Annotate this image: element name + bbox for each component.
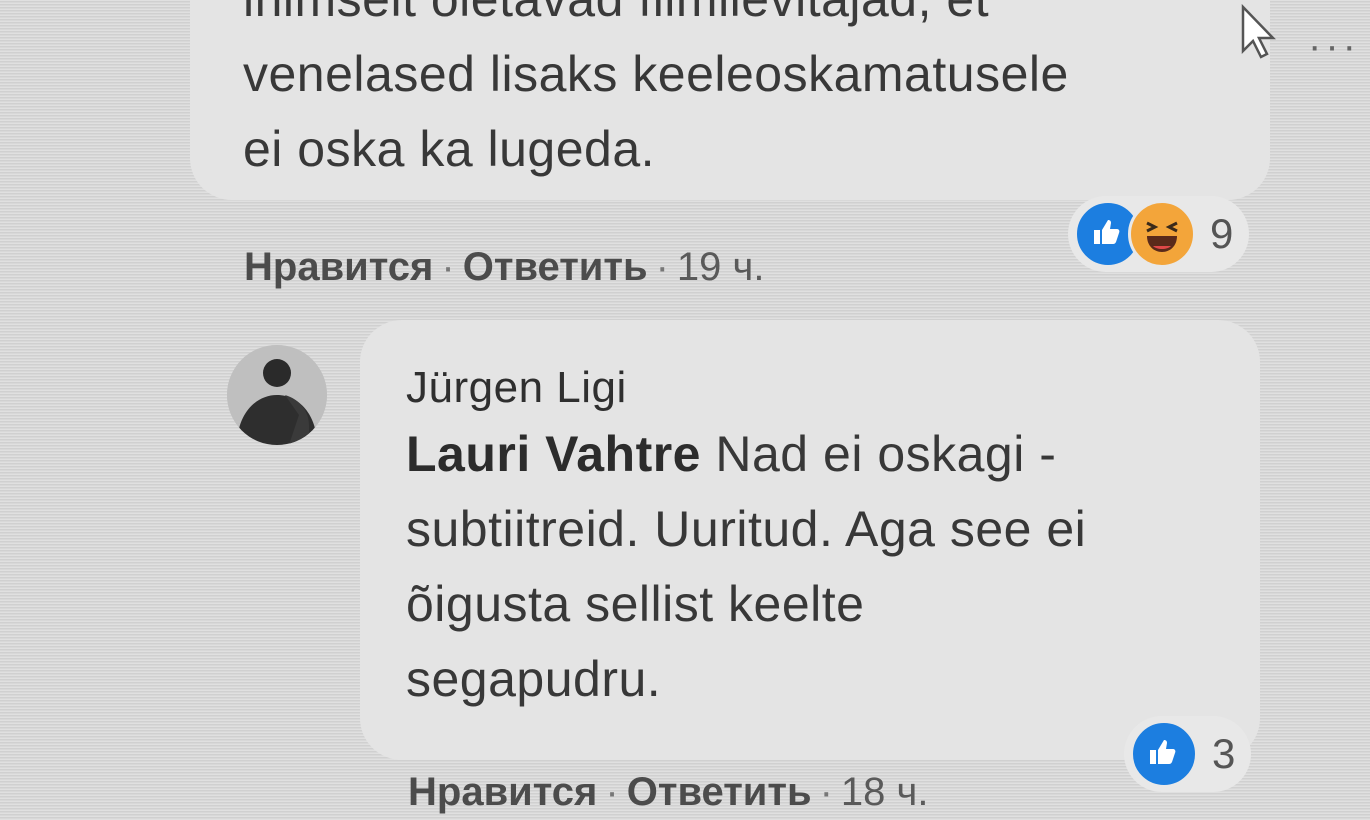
separator: ·: [441, 245, 455, 289]
comment-line: subtiitreid. Uuritud. Aga see ei: [406, 501, 1087, 557]
reply-button[interactable]: Ответить: [463, 245, 648, 289]
comment-line: Nad ei oskagi -: [701, 426, 1057, 482]
mouse-cursor-icon: [1240, 3, 1280, 65]
reply-text: Lauri Vahtre Nad ei oskagi - subtiitreid…: [406, 417, 1266, 717]
separator: ·: [819, 770, 833, 814]
like-button[interactable]: Нравится: [408, 770, 597, 814]
separator: ·: [655, 245, 669, 289]
avatar[interactable]: [227, 345, 327, 445]
comment-text: inimselt oletavad filmilevitajad, et ven…: [243, 0, 1243, 187]
like-icon: [1130, 720, 1198, 788]
timestamp[interactable]: 19 ч.: [677, 245, 765, 289]
comment-author[interactable]: Jürgen Ligi: [406, 363, 627, 413]
comment-line: õigusta sellist keelte: [406, 576, 865, 632]
comment-actions: Нравится · Ответить · 19 ч.: [244, 245, 764, 290]
like-button[interactable]: Нравится: [244, 245, 433, 289]
comment-line: segapudru.: [406, 651, 662, 707]
more-options-icon[interactable]: ···: [1308, 26, 1360, 66]
reaction-count: 9: [1210, 210, 1234, 257]
reaction-count: 3: [1212, 730, 1236, 777]
comment-actions: Нравится · Ответить · 18 ч.: [408, 770, 928, 815]
comment-line: ei oska ka lugeda.: [243, 121, 656, 177]
reactions-summary[interactable]: 3: [1124, 716, 1252, 792]
comment-line: inimselt oletavad filmilevitajad, et: [243, 0, 1243, 37]
separator: ·: [605, 770, 619, 814]
reactions-summary[interactable]: 9: [1068, 196, 1250, 272]
mention-link[interactable]: Lauri Vahtre: [406, 426, 701, 482]
comment-line: venelased lisaks keeleoskamatusele: [243, 46, 1069, 102]
haha-icon: [1128, 200, 1196, 268]
timestamp[interactable]: 18 ч.: [841, 770, 929, 814]
reply-button[interactable]: Ответить: [627, 770, 812, 814]
